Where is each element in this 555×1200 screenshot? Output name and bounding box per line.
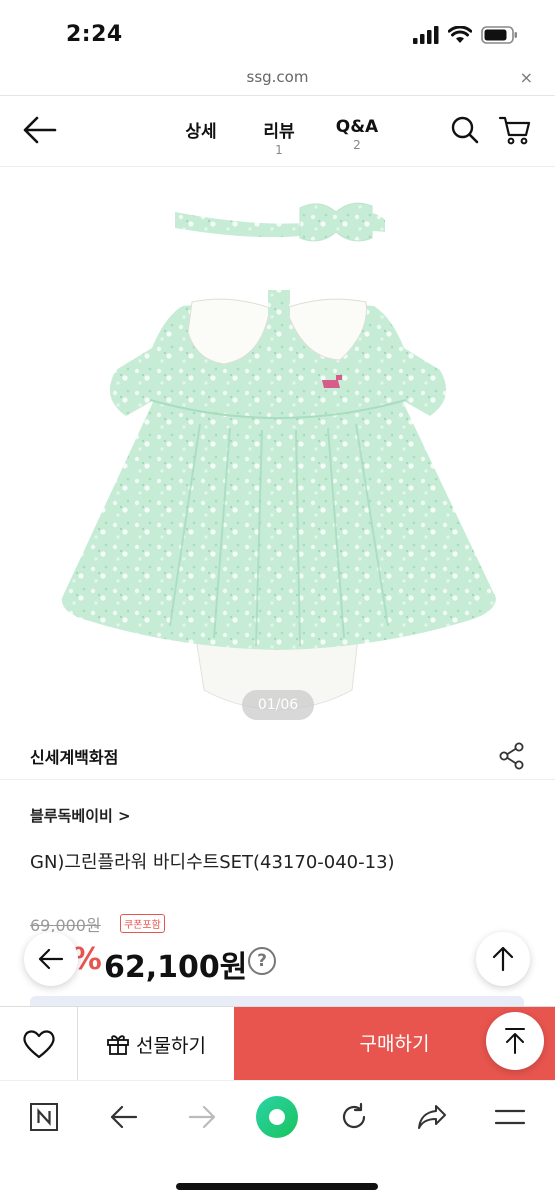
menu-icon [494,1109,526,1125]
product-image-gallery[interactable]: 01/06 [0,168,555,728]
product-header: 상세 리뷰 1 Q&A 2 [0,97,555,167]
floating-back-button[interactable] [24,932,78,986]
tab-qna[interactable]: Q&A 2 [322,117,392,152]
close-icon[interactable]: × [520,68,533,87]
naver-home-button[interactable] [24,1099,64,1135]
status-icons [413,26,519,44]
share-arrow-icon [418,1105,446,1129]
heart-icon [22,1030,55,1059]
url-bar[interactable]: ssg.com × [0,62,555,96]
purchase-bar: 선물하기 구매하기 [0,1006,555,1081]
arrow-left-icon [110,1105,138,1129]
browser-forward-button[interactable] [182,1099,222,1135]
coupon-badge: 쿠폰포함 [120,914,165,933]
arrow-right-icon [188,1105,216,1129]
cart-icon [498,116,531,145]
naver-n-icon [30,1103,58,1131]
tab-detail-label: 상세 [185,122,217,142]
status-bar: 2:24 [0,0,555,62]
product-photo [61,202,496,711]
sale-price: 62,100원 [104,950,248,985]
search-button[interactable] [450,115,480,145]
scroll-top-button[interactable] [486,1012,544,1070]
signal-icon [413,26,439,44]
browser-toolbar [0,1080,555,1200]
status-time: 2:24 [66,22,123,47]
arrow-up-icon [492,946,514,972]
reload-icon [342,1102,366,1129]
tab-detail[interactable]: 상세 [166,117,236,142]
search-icon [451,116,479,144]
gift-label: 선물하기 [136,1034,206,1057]
tab-reviews[interactable]: 리뷰 1 [244,117,314,157]
original-price: 69,000원 [30,916,101,935]
green-dot-icon [256,1096,298,1138]
back-button[interactable] [22,115,58,145]
store-name[interactable]: 신세계백화점 [30,744,118,768]
gift-button[interactable]: 선물하기 [78,1007,234,1081]
home-indicator [176,1183,378,1190]
scroll-top-icon [505,1028,525,1054]
share-button[interactable] [499,742,525,770]
reload-button[interactable] [334,1099,374,1135]
battery-icon [481,26,517,44]
tab-reviews-label: 리뷰 [263,122,295,142]
arrow-left-icon [23,116,57,144]
gift-icon [107,1035,129,1055]
share-icon [499,742,524,770]
browser-share-button[interactable] [412,1099,452,1135]
store-row: 신세계백화점 [0,728,555,780]
tab-qna-label: Q&A [335,117,379,137]
cart-button[interactable] [498,115,532,145]
brand-link[interactable]: 블루독베이비 > [30,805,131,826]
price-info-button[interactable]: ? [248,947,276,975]
tab-reviews-count: 1 [275,143,283,157]
arrow-left-icon [38,948,64,970]
wifi-icon [448,26,472,43]
url-text[interactable]: ssg.com [0,68,555,86]
browser-menu-button[interactable] [490,1099,530,1135]
green-dot-button[interactable] [255,1095,299,1139]
tab-qna-count: 2 [353,138,361,152]
wishlist-button[interactable] [0,1007,78,1081]
image-counter: 01/06 [242,690,314,720]
floating-scroll-up-button[interactable] [476,932,530,986]
browser-back-button[interactable] [104,1099,144,1135]
product-title: GN)그린플라워 바디수트SET(43170-040-13) [30,852,395,873]
